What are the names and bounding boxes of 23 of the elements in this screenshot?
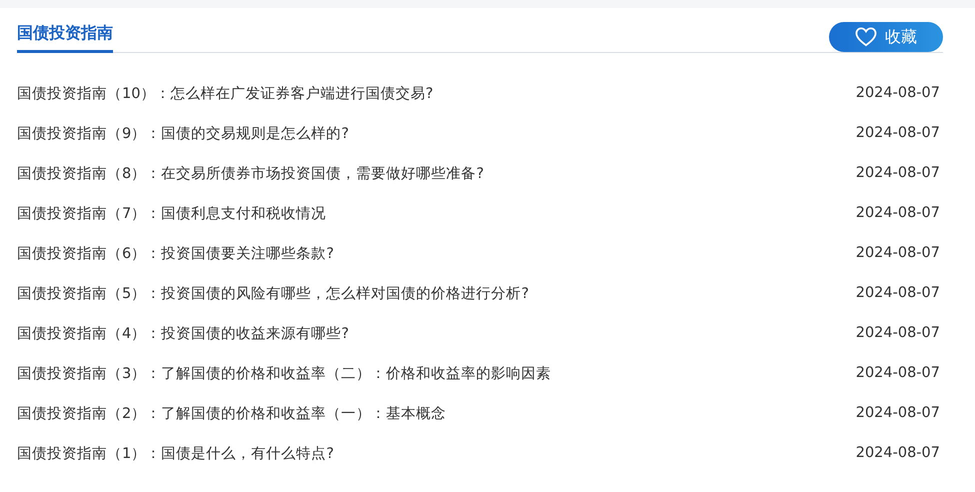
- article-date: 2024-08-07: [856, 285, 941, 301]
- article-link[interactable]: 国债投资指南（2）：了解国债的价格和收益率（一）：基本概念: [17, 404, 446, 422]
- article-link[interactable]: 国债投资指南（10）：怎么样在广发证券客户端进行国债交易?: [17, 84, 434, 102]
- article-date: 2024-08-07: [856, 445, 941, 461]
- article-date: 2024-08-07: [856, 125, 941, 141]
- heart-icon: [855, 27, 877, 47]
- article-link[interactable]: 国债投资指南（4）：投资国债的收益来源有哪些?: [17, 324, 349, 342]
- article-link[interactable]: 国债投资指南（6）：投资国债要关注哪些条款?: [17, 244, 334, 262]
- article-link[interactable]: 国债投资指南（3）：了解国债的价格和收益率（二）：价格和收益率的影响因素: [17, 364, 552, 382]
- article-link[interactable]: 国债投资指南（8）：在交易所债券市场投资国债，需要做好哪些准备?: [17, 164, 484, 182]
- article-link[interactable]: 国债投资指南（1）：国债是什么，有什么特点?: [17, 444, 334, 462]
- article-link[interactable]: 国债投资指南（9）：国债的交易规则是怎么样的?: [17, 124, 349, 142]
- section-title: 国债投资指南: [17, 23, 113, 53]
- article-date: 2024-08-07: [856, 405, 941, 421]
- article-date: 2024-08-07: [856, 245, 941, 261]
- article-date: 2024-08-07: [856, 365, 941, 381]
- article-date: 2024-08-07: [856, 325, 941, 341]
- article-date: 2024-08-07: [856, 165, 941, 181]
- article-date: 2024-08-07: [856, 205, 941, 221]
- article-link[interactable]: 国债投资指南（5）：投资国债的风险有哪些，怎么样对国债的价格进行分析?: [17, 284, 529, 302]
- article-link[interactable]: 国债投资指南（7）：国债利息支付和税收情况: [17, 204, 326, 222]
- article-date: 2024-08-07: [856, 85, 941, 101]
- favorite-button[interactable]: 收藏: [829, 22, 943, 52]
